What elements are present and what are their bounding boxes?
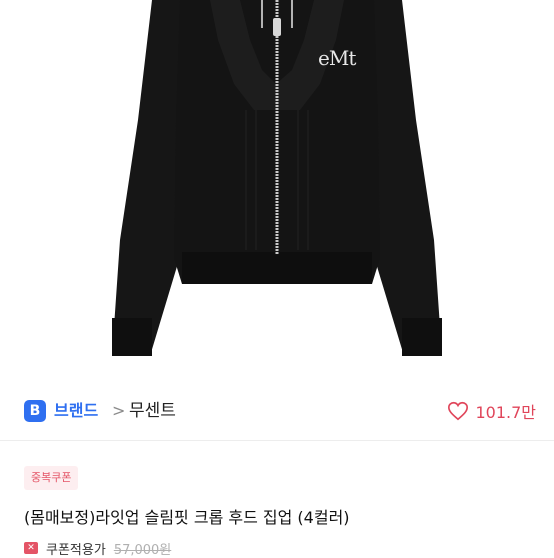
chest-logo: eMt xyxy=(318,46,356,70)
brand-link-label[interactable]: 브랜드 xyxy=(54,400,98,422)
original-price: 57,000원 xyxy=(113,542,172,558)
coupon-price-label: 쿠폰적용가 xyxy=(46,542,106,558)
coupon-chip: 중복쿠폰 xyxy=(24,466,79,490)
hoodie-illustration xyxy=(112,0,442,356)
brand-name-link[interactable]: 무센트 xyxy=(129,400,176,422)
like-button[interactable]: 101.7만 xyxy=(447,398,536,424)
divider xyxy=(0,440,554,441)
brand-badge-icon: B xyxy=(24,400,46,422)
price-row: ✕ 쿠폰적용가 57,000원 xyxy=(24,538,171,558)
heart-outline-icon xyxy=(448,401,469,421)
brand-row: B 브랜드 > 무센트 101.7만 xyxy=(0,392,554,432)
coupon-icon: ✕ xyxy=(24,542,38,554)
product-image[interactable]: eMt xyxy=(0,0,554,366)
product-title: (몸매보정)라잇업 슬림핏 크롭 후드 집업 (4컬러) xyxy=(24,508,350,527)
breadcrumb-separator: > xyxy=(112,401,126,420)
like-count: 101.7만 xyxy=(475,403,536,422)
